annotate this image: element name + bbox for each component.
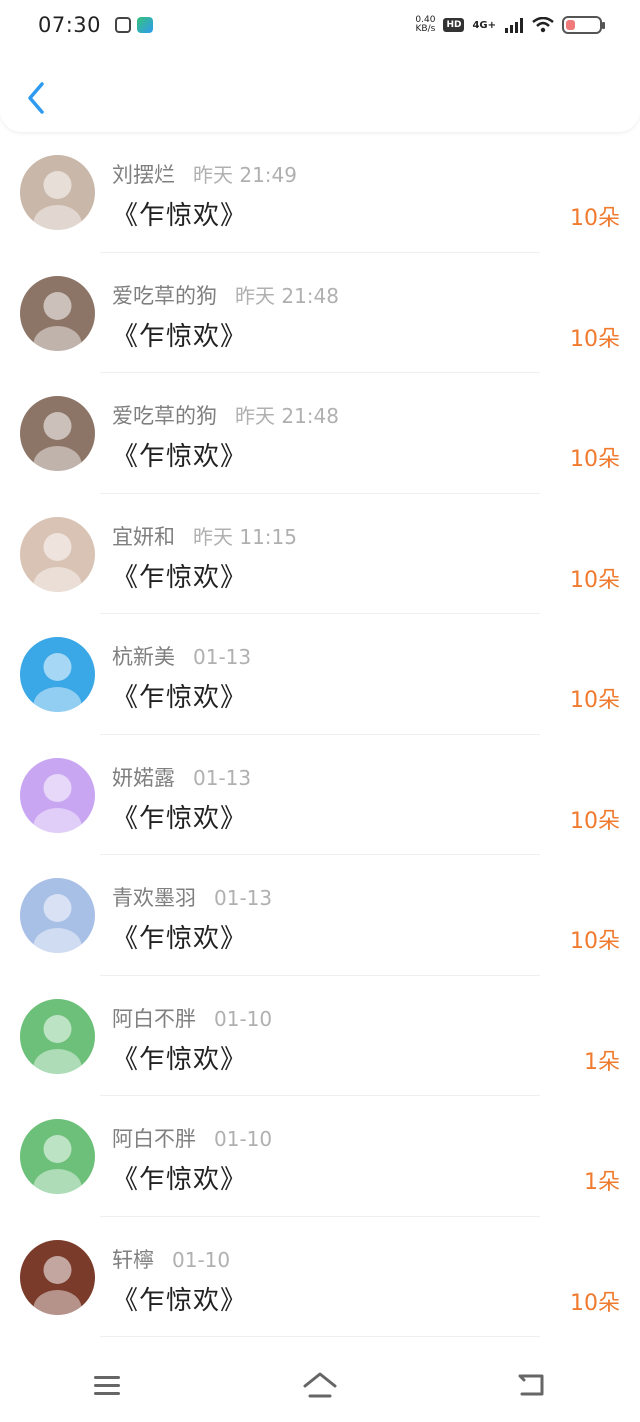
list-item[interactable]: 阿白不胖 01-10 《乍惊欢》 1朵 bbox=[0, 976, 640, 1096]
user-name[interactable]: 杭新美 bbox=[112, 641, 175, 671]
net-speed-unit: KB/s bbox=[415, 24, 436, 34]
user-name[interactable]: 刘摆烂 bbox=[112, 159, 175, 189]
avatar[interactable] bbox=[20, 155, 95, 230]
gift-count: 1朵 bbox=[584, 1170, 620, 1195]
wifi-icon bbox=[532, 17, 554, 33]
screen: 07:30 0.40 KB/s HD 4G+ 刘摆烂 昨天 21:49 《乍惊欢… bbox=[0, 0, 640, 1422]
gift-count: 10朵 bbox=[570, 1290, 620, 1316]
network-type: 4G+ bbox=[472, 19, 496, 31]
gift-title: 《乍惊欢》 bbox=[112, 803, 248, 834]
status-app-icons bbox=[115, 17, 154, 33]
avatar[interactable] bbox=[20, 637, 95, 712]
item-meta: 轩檸 01-10 bbox=[112, 1244, 230, 1274]
avatar[interactable] bbox=[20, 1119, 95, 1194]
gift-count: 10朵 bbox=[570, 206, 620, 231]
gift-list: 刘摆烂 昨天 21:49 《乍惊欢》 10朵 爱吃草的狗 昨天 21:48 《乍… bbox=[0, 132, 640, 1337]
item-meta: 阿白不胖 01-10 bbox=[112, 1003, 272, 1033]
list-item[interactable]: 阿白不胖 01-10 《乍惊欢》 1朵 bbox=[0, 1096, 640, 1217]
menu-icon bbox=[93, 1376, 120, 1395]
avatar[interactable] bbox=[20, 757, 95, 833]
list-item[interactable]: 轩檸 01-10 《乍惊欢》 10朵 bbox=[0, 1217, 640, 1337]
avatar[interactable] bbox=[20, 275, 95, 351]
gift-title: 《乍惊欢》 bbox=[112, 562, 248, 593]
timestamp: 昨天 11:15 bbox=[193, 524, 297, 549]
timestamp: 01-10 bbox=[214, 1127, 273, 1151]
item-meta: 青欢墨羽 01-13 bbox=[112, 882, 272, 912]
avatar[interactable] bbox=[20, 516, 95, 592]
gift-title: 《乍惊欢》 bbox=[112, 321, 248, 352]
user-name[interactable]: 阿白不胖 bbox=[112, 1003, 196, 1033]
gift-count: 10朵 bbox=[570, 447, 620, 472]
user-name[interactable]: 妍婼露 bbox=[112, 762, 175, 792]
avatar[interactable] bbox=[20, 396, 95, 471]
hd-badge: HD bbox=[443, 18, 465, 32]
net-speed: 0.40 KB/s bbox=[415, 16, 435, 34]
gift-count: 1朵 bbox=[584, 1049, 620, 1075]
signal-icon bbox=[505, 18, 523, 33]
home-icon bbox=[303, 1372, 337, 1398]
gift-title: 《乍惊欢》 bbox=[112, 1285, 248, 1316]
timestamp: 昨天 21:49 bbox=[193, 163, 297, 187]
timestamp: 昨天 21:48 bbox=[235, 283, 339, 308]
user-name[interactable]: 阿白不胖 bbox=[112, 1123, 196, 1153]
item-meta: 刘摆烂 昨天 21:49 bbox=[112, 159, 297, 189]
timestamp: 01-13 bbox=[193, 645, 252, 669]
user-name[interactable]: 宜妍和 bbox=[112, 521, 175, 551]
gift-title: 《乍惊欢》 bbox=[112, 924, 248, 954]
user-name[interactable]: 轩檸 bbox=[112, 1244, 154, 1274]
status-time: 07:30 bbox=[38, 13, 102, 37]
list-item[interactable]: 爱吃草的狗 昨天 21:48 《乍惊欢》 10朵 bbox=[0, 253, 640, 373]
home-button[interactable] bbox=[300, 1365, 340, 1405]
timestamp: 01-13 bbox=[193, 765, 252, 790]
gift-title: 《乍惊欢》 bbox=[112, 1165, 248, 1195]
list-item[interactable]: 青欢墨羽 01-13 《乍惊欢》 10朵 bbox=[0, 855, 640, 976]
timestamp: 01-13 bbox=[214, 886, 273, 910]
timestamp: 01-10 bbox=[214, 1006, 273, 1031]
return-button[interactable] bbox=[513, 1365, 553, 1405]
item-meta: 阿白不胖 01-10 bbox=[112, 1123, 272, 1153]
header bbox=[0, 50, 640, 132]
user-name[interactable]: 爱吃草的狗 bbox=[112, 280, 217, 310]
gift-count: 10朵 bbox=[570, 567, 620, 593]
item-meta: 爱吃草的狗 昨天 21:48 bbox=[112, 280, 339, 310]
list-item[interactable]: 杭新美 01-13 《乍惊欢》 10朵 bbox=[0, 614, 640, 735]
menu-button[interactable] bbox=[87, 1365, 127, 1405]
item-meta: 宜妍和 昨天 11:15 bbox=[112, 521, 297, 551]
notification-app-icon bbox=[115, 17, 132, 33]
gift-count: 10朵 bbox=[570, 808, 620, 834]
gift-title: 《乍惊欢》 bbox=[112, 683, 248, 713]
list-item[interactable]: 宜妍和 昨天 11:15 《乍惊欢》 10朵 bbox=[0, 494, 640, 614]
notification-app-icon-2 bbox=[137, 17, 154, 33]
list-item[interactable]: 妍婼露 01-13 《乍惊欢》 10朵 bbox=[0, 735, 640, 855]
avatar[interactable] bbox=[20, 878, 95, 953]
status-right: 0.40 KB/s HD 4G+ bbox=[415, 16, 605, 34]
gift-count: 10朵 bbox=[570, 929, 620, 954]
user-name[interactable]: 青欢墨羽 bbox=[112, 882, 196, 912]
user-name[interactable]: 爱吃草的狗 bbox=[112, 400, 217, 430]
back-button[interactable] bbox=[22, 78, 52, 118]
gift-title: 《乍惊欢》 bbox=[112, 201, 248, 231]
system-nav-bar bbox=[0, 1348, 640, 1422]
item-meta: 爱吃草的狗 昨天 21:48 bbox=[112, 400, 339, 430]
list-item[interactable]: 爱吃草的狗 昨天 21:48 《乍惊欢》 10朵 bbox=[0, 373, 640, 494]
timestamp: 昨天 21:48 bbox=[235, 404, 339, 428]
return-icon bbox=[518, 1374, 544, 1396]
item-meta: 杭新美 01-13 bbox=[112, 641, 251, 671]
gift-count: 10朵 bbox=[570, 326, 620, 352]
status-bar: 07:30 0.40 KB/s HD 4G+ bbox=[0, 0, 640, 50]
avatar[interactable] bbox=[20, 998, 95, 1074]
avatar[interactable] bbox=[20, 1239, 95, 1315]
chevron-left-icon bbox=[28, 82, 44, 114]
timestamp: 01-10 bbox=[172, 1247, 231, 1272]
battery-icon bbox=[562, 16, 605, 34]
list-item[interactable]: 刘摆烂 昨天 21:49 《乍惊欢》 10朵 bbox=[0, 132, 640, 253]
gift-title: 《乍惊欢》 bbox=[112, 1044, 248, 1075]
divider bbox=[100, 1336, 540, 1337]
item-meta: 妍婼露 01-13 bbox=[112, 762, 251, 792]
gift-title: 《乍惊欢》 bbox=[112, 442, 248, 472]
gift-count: 10朵 bbox=[570, 688, 620, 713]
battery-fill bbox=[566, 20, 576, 30]
